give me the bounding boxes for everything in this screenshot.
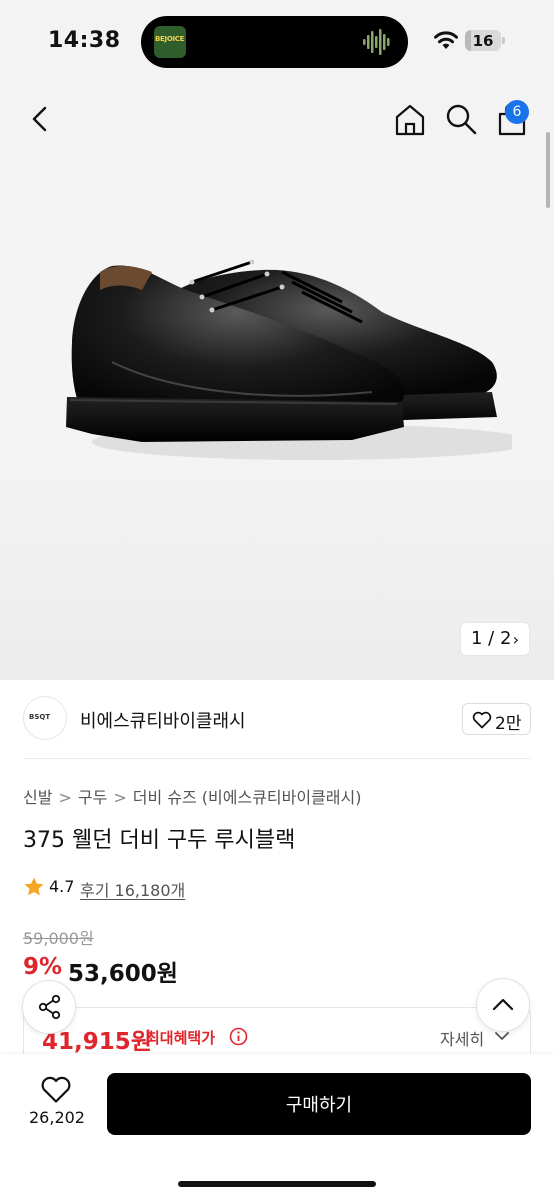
- review-count-link[interactable]: 후기 16,180개: [80, 877, 185, 901]
- battery-level: 16: [472, 32, 494, 50]
- image-pager[interactable]: 1 / 2 ›: [460, 622, 530, 656]
- breadcrumb-item[interactable]: 신발: [23, 788, 52, 807]
- status-time: 14:38: [48, 28, 121, 53]
- info-icon[interactable]: [229, 1027, 248, 1046]
- breadcrumb: 신발 > 구두 > 더비 슈즈 (비에스큐티바이클래시): [23, 784, 361, 808]
- brand-logo[interactable]: BSQT: [23, 696, 67, 740]
- brand-like-button[interactable]: 2만: [462, 703, 531, 735]
- product-image-shoe: [66, 259, 512, 460]
- battery-icon: 16: [465, 30, 501, 51]
- scroll-to-top-button[interactable]: [476, 978, 530, 1032]
- detail-link[interactable]: 자세히: [440, 1026, 484, 1050]
- original-price: 59,000원: [23, 929, 94, 948]
- wifi-icon: [434, 31, 458, 49]
- search-icon[interactable]: [444, 102, 478, 136]
- breadcrumb-item[interactable]: 구두: [78, 788, 107, 807]
- product-image-gallery[interactable]: 6 1 / 2 ›: [0, 84, 554, 680]
- rating-value: 4.7: [49, 877, 75, 896]
- product-title: 375 웰던 더비 구두 루시블랙: [23, 828, 296, 853]
- pager-text: 1 / 2: [471, 628, 512, 649]
- chevron-right-icon: >: [58, 788, 72, 807]
- breadcrumb-item[interactable]: 더비 슈즈 (비에스큐티바이클래시): [133, 788, 362, 807]
- cart-count-badge: 6: [505, 100, 529, 124]
- home-indicator[interactable]: [178, 1181, 376, 1187]
- chevron-up-icon: [492, 998, 514, 1011]
- brand-like-count: 2만: [495, 714, 522, 734]
- now-playing-artwork: BEJOICE: [154, 26, 186, 58]
- wishlist-count: 26,202: [29, 1108, 85, 1127]
- divider: [23, 758, 531, 759]
- discount-rate: 9%: [23, 954, 63, 980]
- wishlist-heart-icon[interactable]: [40, 1076, 72, 1104]
- star-icon: [24, 877, 44, 896]
- chevron-right-icon: >: [113, 788, 127, 807]
- status-bar: 14:38 BEJOICE 16: [0, 0, 554, 84]
- dynamic-island: BEJOICE: [141, 16, 408, 68]
- share-button[interactable]: [22, 980, 76, 1034]
- buy-button[interactable]: 구매하기: [107, 1073, 531, 1135]
- heart-icon: [472, 711, 492, 729]
- share-icon: [38, 994, 61, 1020]
- audio-waveform-icon: [363, 29, 390, 55]
- sale-price: 53,600원: [68, 961, 178, 987]
- max-benefit-label: 최대혜택가: [146, 1029, 216, 1047]
- chevron-right-icon: ›: [512, 630, 519, 649]
- back-icon[interactable]: [24, 102, 58, 136]
- brand-name[interactable]: 비에스큐티바이클래시: [80, 707, 246, 733]
- battery-tip: [502, 37, 505, 44]
- home-icon[interactable]: [392, 102, 428, 138]
- scrollbar[interactable]: [546, 132, 550, 208]
